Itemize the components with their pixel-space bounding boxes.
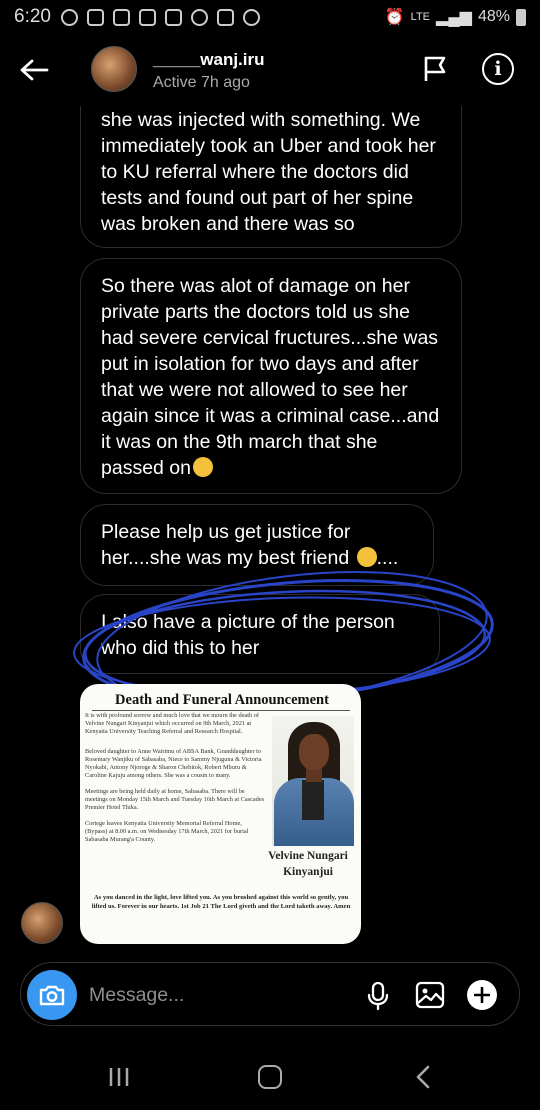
announcement-paragraph: Meetings are being held daily at home, S… — [85, 788, 265, 811]
announcement-paragraph: Beloved daughter to Anne Wairimu of ABSA… — [85, 748, 262, 779]
message-bubble[interactable]: I also have a picture of the person who … — [80, 594, 440, 674]
message-text: So there was alot of damage on her priva… — [101, 275, 440, 479]
sender-avatar[interactable] — [21, 902, 63, 944]
profile-avatar[interactable] — [91, 46, 137, 92]
back-arrow-icon — [20, 59, 49, 81]
message-text: Please help us get justice for her....sh… — [101, 521, 355, 569]
camera-icon — [39, 985, 65, 1006]
notification-icons — [60, 8, 260, 26]
wifi-icon — [242, 8, 260, 26]
message-thread[interactable]: she was injected with something. We imme… — [0, 106, 540, 946]
message-text: she was injected with something. We imme… — [101, 109, 436, 235]
signal-icon: ▂▄▆ — [436, 9, 472, 26]
youtube-icon — [112, 8, 130, 26]
status-bar: 6:20 ⏰ LTE ▂▄▆ 48% — [0, 0, 540, 34]
microphone-icon[interactable] — [365, 981, 391, 1011]
message-bubble[interactable]: So there was alot of damage on her priva… — [80, 258, 462, 494]
chat-header: _____wanj.iru Active 7h ago i — [0, 34, 540, 106]
title-divider — [92, 710, 350, 711]
home-icon[interactable] — [258, 1065, 282, 1089]
message-text: I also have a picture of the person who … — [101, 611, 395, 659]
active-status: Active 7h ago — [153, 74, 250, 91]
flag-icon[interactable] — [420, 54, 450, 84]
shazam-icon — [190, 8, 208, 26]
message-composer — [20, 962, 520, 1026]
announcement-paragraph: It is with profound sorrow and much love… — [85, 712, 260, 735]
portrait-image — [272, 716, 354, 846]
system-navigation-bar — [0, 1048, 540, 1110]
deceased-name: Velvine Nungari Kinyanjui — [268, 850, 348, 878]
network-type: LTE — [410, 11, 431, 23]
back-button[interactable] — [16, 52, 52, 88]
alarm-icon: ⏰ — [384, 9, 405, 26]
plus-icon — [474, 987, 490, 1003]
whatsapp-icon — [60, 8, 78, 26]
gallery-icon — [216, 8, 234, 26]
info-icon: i — [494, 58, 502, 80]
recent-apps-icon[interactable] — [106, 1066, 132, 1088]
info-button[interactable]: i — [482, 53, 514, 85]
instagram-icon — [164, 8, 182, 26]
status-time: 6:20 — [14, 6, 51, 27]
announcement-quote: As you danced in the light, love lifted … — [91, 894, 351, 910]
crying-emoji-icon — [356, 547, 377, 567]
chat-username[interactable]: _____wanj.iru — [153, 50, 265, 70]
battery-level: 48% — [477, 8, 510, 25]
message-bubble[interactable]: Please help us get justice for her....sh… — [80, 504, 434, 586]
message-input[interactable] — [89, 979, 339, 1011]
announcement-title: Death and Funeral Announcement — [115, 692, 329, 708]
camera-button[interactable] — [27, 970, 77, 1020]
instagram-icon — [86, 8, 104, 26]
crying-emoji-icon — [193, 457, 213, 477]
youtube-icon — [138, 8, 156, 26]
shared-photo-message[interactable]: Death and Funeral Announcement It is wit… — [80, 684, 361, 944]
nav-back-icon[interactable] — [412, 1065, 434, 1089]
announcement-paragraph: Cortege leaves Kenyatta University Memor… — [85, 820, 249, 843]
message-suffix: .... — [376, 547, 399, 569]
battery-icon — [516, 8, 526, 26]
gallery-icon[interactable] — [415, 981, 445, 1009]
status-right: ⏰ LTE ▂▄▆ 48% — [385, 7, 526, 27]
message-bubble[interactable]: she was injected with something. We imme… — [80, 106, 462, 248]
add-button[interactable] — [467, 980, 497, 1010]
